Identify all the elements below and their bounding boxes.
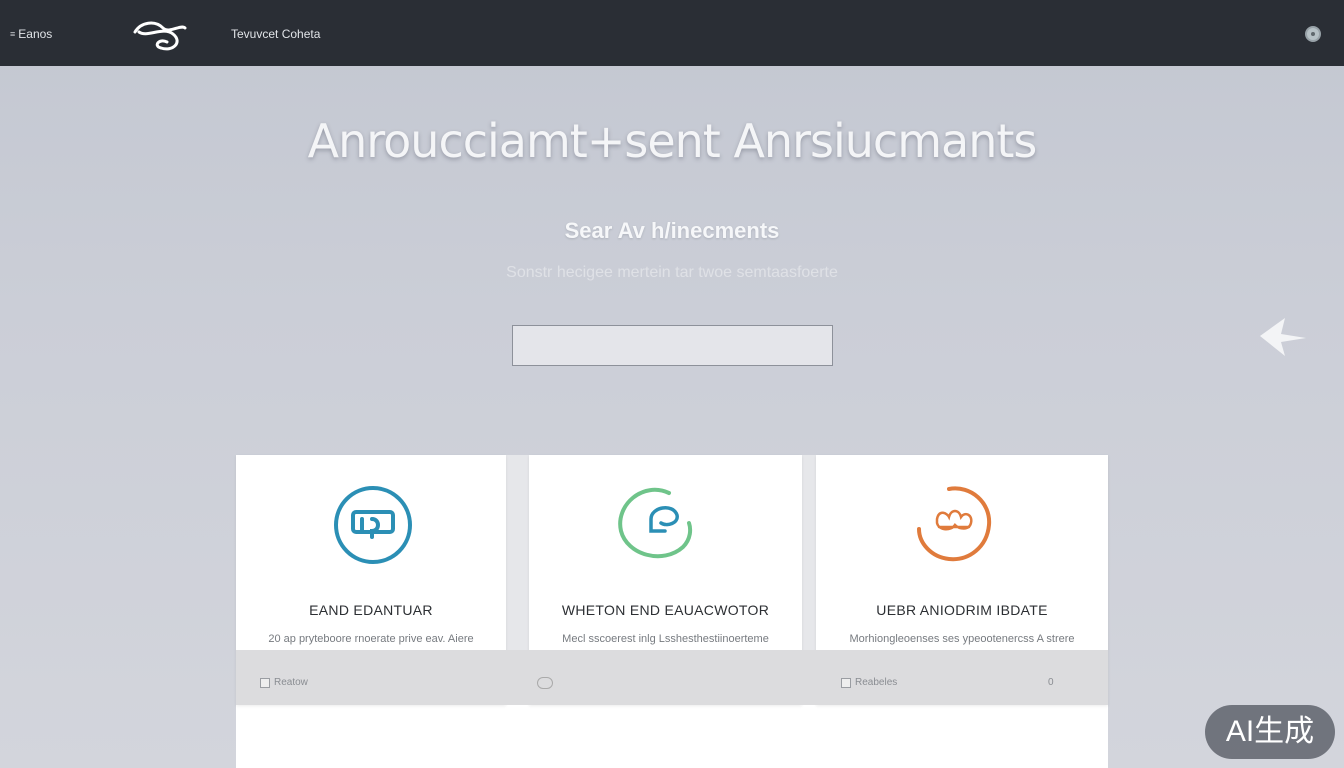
top-navigation-bar: ≡ Eanos Tevuvcet Coheta (0, 0, 1344, 66)
checkbox-icon[interactable] (260, 677, 270, 688)
arrow-pointer-icon[interactable] (1259, 316, 1307, 358)
search-heading: Sear Av h/inecments (564, 218, 780, 243)
card-title: WHETON END EAUACWOTOR (561, 602, 770, 618)
quote-badge-icon (334, 486, 412, 564)
profile-avatar-icon[interactable] (1305, 26, 1321, 42)
search-tagline: Sonstr hecigee mertein tar twoe semtaasf… (506, 264, 838, 281)
menu-icon: ≡ (10, 29, 16, 39)
card-footer[interactable]: Reabeles (841, 677, 897, 688)
card-title: UEBR ANIODRIM IBDATE (876, 602, 1048, 618)
card-footer-label: Reabeles (855, 677, 898, 688)
logo-icon[interactable] (133, 18, 187, 54)
card-footer-label: Reatow (274, 677, 308, 688)
watermark-badge: AI生成 (1205, 705, 1335, 759)
brand-label: Eanos (18, 27, 53, 41)
page-title: Anroucciamt+sent Anrsiucmants (307, 114, 1038, 168)
card-footer-count: 0 (1048, 677, 1054, 688)
checkbox-icon[interactable] (841, 677, 851, 688)
card-title: EAND EDANTUAR (309, 602, 433, 618)
card-footer[interactable] (537, 677, 553, 689)
card-footer[interactable]: Reatow (260, 677, 308, 688)
link-ring-icon (618, 487, 693, 559)
ornament-ring-icon (917, 486, 992, 562)
nav-brand[interactable]: ≡ Eanos (10, 27, 52, 41)
card-footer-strip (236, 650, 1108, 705)
search-input[interactable] (512, 325, 833, 366)
nav-link[interactable]: Tevuvcet Coheta (231, 27, 320, 41)
toggle-icon[interactable] (537, 677, 553, 689)
